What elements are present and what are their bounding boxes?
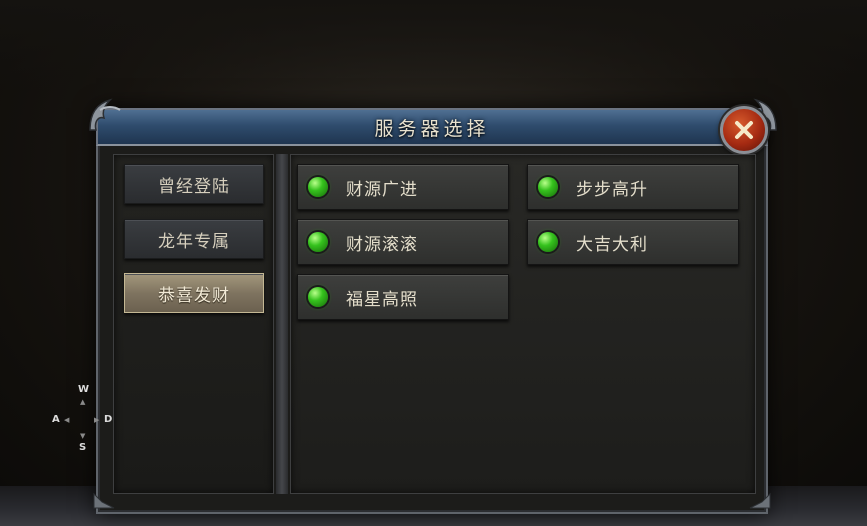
title-bar: 服务器选择 — [96, 108, 768, 146]
online-status-icon — [538, 177, 558, 197]
online-status-icon — [308, 287, 328, 307]
window-title: 服务器选择 — [374, 117, 490, 140]
category-label: 曾经登陆 — [158, 176, 230, 197]
online-status-icon — [308, 177, 328, 197]
server-name: 大吉大利 — [576, 234, 648, 255]
server-name: 福星高照 — [346, 289, 418, 310]
arrow-left-icon: ◀ — [64, 416, 70, 424]
arrow-up-icon: ▲ — [80, 398, 86, 406]
server-button[interactable]: 大吉大利 — [527, 219, 739, 265]
arrow-down-icon: ▼ — [80, 432, 86, 440]
category-list — [113, 154, 274, 494]
close-button[interactable] — [720, 106, 768, 154]
online-status-icon — [538, 232, 558, 252]
category-tab-dragon-year[interactable]: 龙年专属 — [124, 219, 264, 259]
key-s-label: S — [79, 442, 87, 453]
wasd-hint: W ▲ A ◀ ▶ D ▼ S — [48, 384, 118, 456]
category-label: 龙年专属 — [158, 231, 230, 252]
server-button[interactable]: 财源滚滚 — [297, 219, 509, 265]
server-name: 步步高升 — [576, 179, 648, 200]
close-x-icon — [735, 121, 753, 139]
online-status-icon — [308, 232, 328, 252]
server-button[interactable]: 福星高照 — [297, 274, 509, 320]
server-button[interactable]: 步步高升 — [527, 164, 739, 210]
arrow-right-icon: ▶ — [94, 416, 100, 424]
ornament-corner-icon — [89, 98, 121, 131]
column-divider — [276, 154, 288, 494]
server-name: 财源广进 — [346, 179, 418, 200]
server-button[interactable]: 财源广进 — [297, 164, 509, 210]
key-w-label: W — [78, 384, 90, 395]
category-tab-recent[interactable]: 曾经登陆 — [124, 164, 264, 204]
key-d-label: D — [104, 414, 113, 425]
key-a-label: A — [52, 414, 60, 425]
background-top — [0, 0, 867, 90]
category-tab-gongxi-facai[interactable]: 恭喜发财 — [124, 273, 264, 313]
server-name: 财源滚滚 — [346, 234, 418, 255]
category-label: 恭喜发财 — [158, 285, 230, 306]
